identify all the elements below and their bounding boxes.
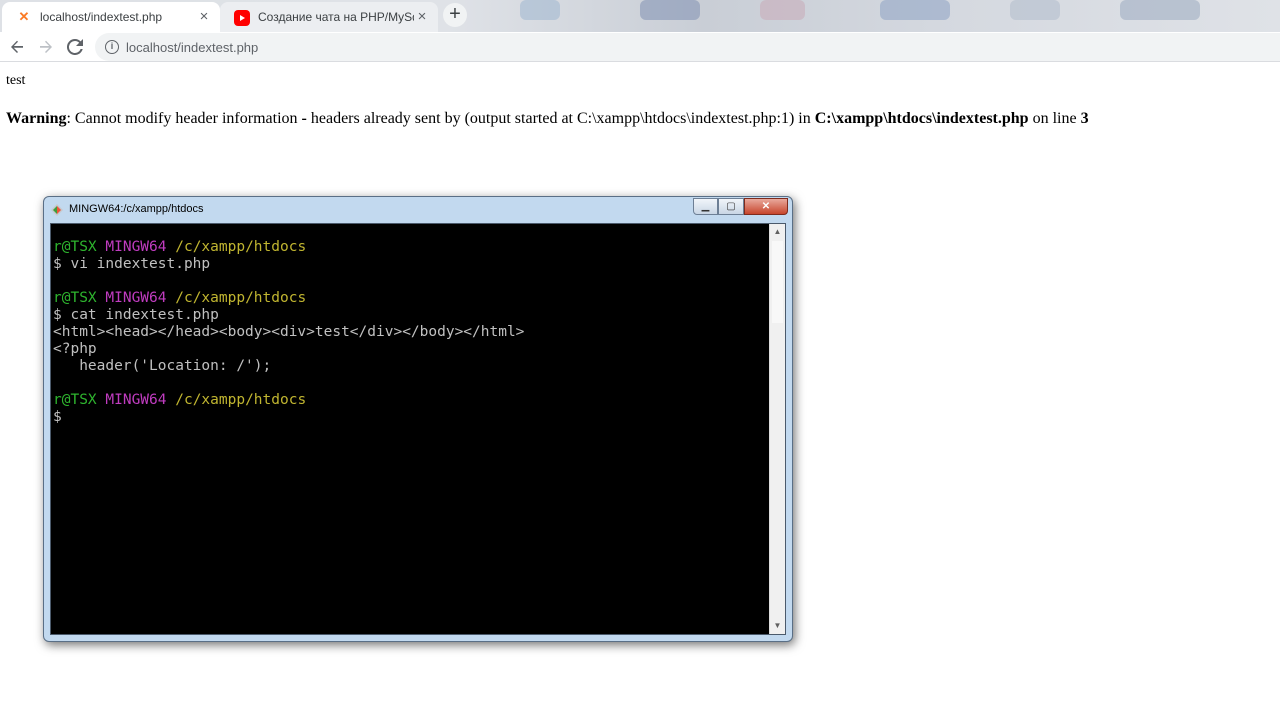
blurred-bookmark: [880, 0, 950, 20]
scroll-thumb[interactable]: [772, 241, 783, 323]
prompt-path: /c/xampp/htdocs: [175, 239, 307, 255]
close-icon[interactable]: ×: [196, 9, 212, 25]
minimize-icon[interactable]: ▁: [693, 198, 718, 215]
browser-toolbar: i localhost/indextest.php: [0, 32, 1280, 62]
prompt-host: MINGW64: [105, 392, 167, 408]
prompt-path: /c/xampp/htdocs: [175, 392, 307, 408]
warning-label: Warning: [6, 110, 67, 127]
window-controls: ▁ ▢ ✕: [693, 198, 788, 215]
warning-message: : Cannot modify header information: [66, 110, 302, 127]
address-bar[interactable]: i localhost/indextest.php: [95, 33, 1280, 61]
info-icon[interactable]: i: [105, 40, 119, 54]
terminal-titlebar: MINGW64:/c/xampp/htdocs ▁ ▢ ✕: [44, 197, 792, 223]
blurred-bookmark: [520, 0, 560, 20]
tab-title: localhost/indextest.php: [40, 10, 163, 24]
warning-message: headers already sent by (output started …: [306, 110, 815, 127]
prompt-host: MINGW64: [105, 239, 167, 255]
git-bash-icon: [51, 204, 63, 216]
page-text: test: [6, 73, 26, 88]
blurred-bookmark: [760, 0, 805, 20]
window-close-icon[interactable]: ✕: [744, 198, 788, 215]
scroll-up-icon[interactable]: ▲: [770, 224, 785, 240]
close-icon[interactable]: ×: [414, 9, 430, 25]
prompt-host: MINGW64: [105, 290, 167, 306]
back-arrow-icon[interactable]: [5, 35, 29, 59]
terminal-window: MINGW64:/c/xampp/htdocs ▁ ▢ ✕ r@TSX MING…: [43, 196, 793, 642]
command-line: $: [53, 409, 62, 425]
terminal-body[interactable]: r@TSX MINGW64 /c/xampp/htdocs $ vi index…: [50, 223, 786, 635]
prompt-path: /c/xampp/htdocs: [175, 290, 307, 306]
url-text: localhost/indextest.php: [126, 39, 259, 55]
tab-localhost[interactable]: ✕ localhost/indextest.php ×: [2, 2, 220, 32]
prompt-user: r@TSX: [53, 392, 97, 408]
warning-line: 3: [1080, 110, 1089, 127]
output-line: <html><head></head><body><div>test</div>…: [53, 324, 525, 340]
output-line: header('Location: /');: [53, 358, 272, 374]
blurred-bookmark: [640, 0, 700, 20]
terminal-title: MINGW64:/c/xampp/htdocs: [69, 203, 204, 215]
scroll-down-icon[interactable]: ▼: [770, 618, 785, 634]
xampp-icon: ✕: [18, 9, 30, 24]
prompt-user: r@TSX: [53, 239, 97, 255]
youtube-icon: [234, 10, 250, 26]
terminal-scrollbar[interactable]: ▲ ▼: [769, 224, 785, 634]
warning-file: C:\xampp\htdocs\indextest.php: [814, 110, 1029, 127]
php-warning: Warning: Cannot modify header informatio…: [6, 110, 1089, 128]
forward-arrow-icon[interactable]: [34, 35, 58, 59]
tab-youtube[interactable]: Создание чата на PHP/MySql/Aj ×: [220, 2, 438, 32]
output-line: <?php: [53, 341, 97, 357]
blurred-bookmark: [1010, 0, 1060, 20]
blurred-bookmark: [1120, 0, 1200, 20]
command-line: $ cat indextest.php: [53, 307, 219, 323]
maximize-icon[interactable]: ▢: [718, 198, 744, 215]
new-tab-button[interactable]: +: [443, 3, 467, 27]
prompt-user: r@TSX: [53, 290, 97, 306]
warning-message: on line: [1028, 110, 1081, 127]
tab-title: Создание чата на PHP/MySql/Aj: [258, 10, 414, 24]
command-line: $ vi indextest.php: [53, 256, 211, 272]
terminal-output: r@TSX MINGW64 /c/xampp/htdocs $ vi index…: [53, 239, 769, 426]
reload-icon[interactable]: [63, 35, 87, 59]
tab-strip: ✕ localhost/indextest.php × Создание чат…: [0, 0, 1280, 32]
